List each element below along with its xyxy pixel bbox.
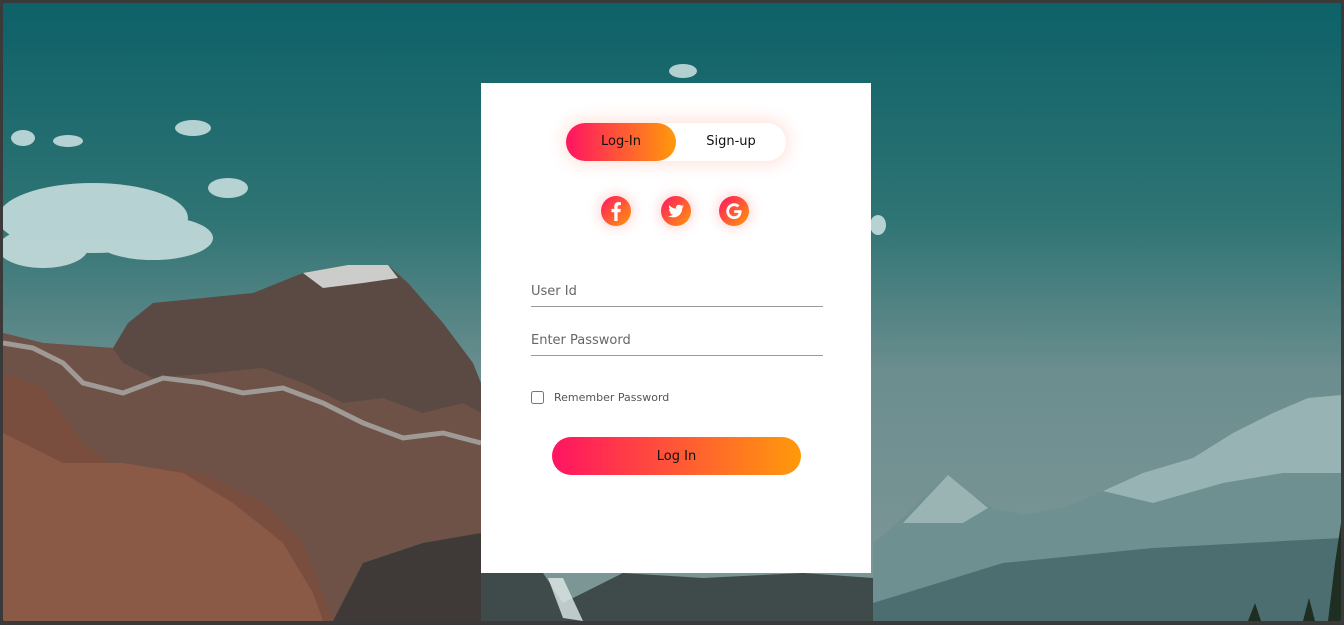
remember-password-row[interactable]: Remember Password xyxy=(531,391,669,404)
userid-input[interactable] xyxy=(531,277,823,307)
facebook-icon xyxy=(611,202,621,221)
facebook-login-button[interactable] xyxy=(601,196,631,226)
remember-password-checkbox[interactable] xyxy=(531,391,544,404)
tab-login[interactable]: Log-In xyxy=(566,123,676,161)
login-submit-button[interactable]: Log In xyxy=(552,437,801,475)
google-icon xyxy=(726,203,742,220)
page-frame: Log-In Sign-up Remember Password Log In xyxy=(3,3,1341,621)
login-card: Log-In Sign-up Remember Password Log In xyxy=(481,83,871,573)
password-input[interactable] xyxy=(531,326,823,356)
twitter-login-button[interactable] xyxy=(661,196,691,226)
remember-password-label: Remember Password xyxy=(554,391,670,404)
twitter-icon xyxy=(668,204,684,218)
google-login-button[interactable] xyxy=(719,196,749,226)
login-signup-toggle: Log-In Sign-up xyxy=(566,123,786,161)
tab-signup[interactable]: Sign-up xyxy=(676,123,786,161)
